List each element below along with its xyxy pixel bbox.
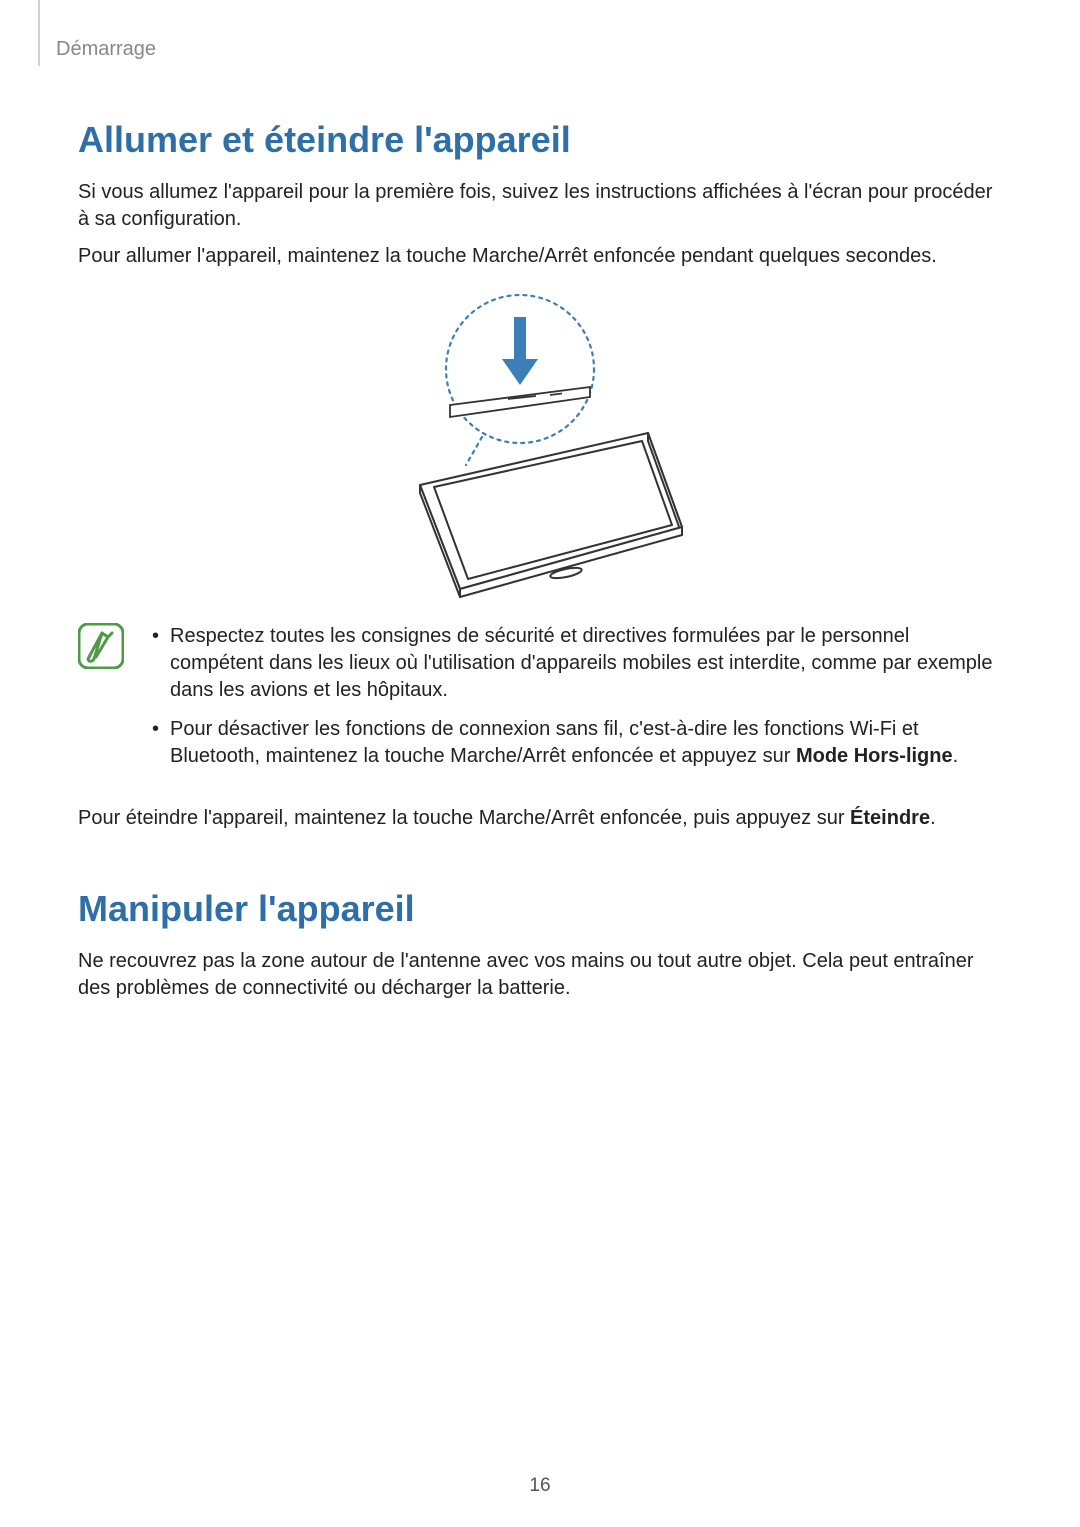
note-block: Respectez toutes les consignes de sécuri… bbox=[78, 623, 1002, 783]
paragraph: Pour éteindre l'appareil, maintenez la t… bbox=[78, 805, 1002, 832]
list-item: Pour désactiver les fonctions de connexi… bbox=[148, 716, 1002, 770]
note-icon bbox=[78, 623, 128, 783]
document-page: Démarrage Allumer et éteindre l'appareil… bbox=[0, 0, 1080, 1527]
paragraph: Ne recouvrez pas la zone autour de l'ant… bbox=[78, 948, 1002, 1002]
paragraph-text: Pour éteindre l'appareil, maintenez la t… bbox=[78, 807, 850, 829]
paragraph: Pour allumer l'appareil, maintenez la to… bbox=[78, 243, 1002, 270]
breadcrumb: Démarrage bbox=[56, 38, 1002, 61]
page-number: 16 bbox=[0, 1475, 1080, 1497]
paragraph-text: . bbox=[930, 807, 936, 829]
paragraph: Si vous allumez l'appareil pour la premi… bbox=[78, 179, 1002, 233]
bold-text: Mode Hors-ligne bbox=[796, 745, 953, 767]
section-heading-handle: Manipuler l'appareil bbox=[78, 888, 1002, 930]
header-divider bbox=[38, 0, 40, 66]
list-item-text: . bbox=[953, 745, 959, 767]
bold-text: Éteindre bbox=[850, 807, 930, 829]
note-list: Respectez toutes les consignes de sécuri… bbox=[148, 623, 1002, 783]
list-item: Respectez toutes les consignes de sécuri… bbox=[148, 623, 1002, 705]
power-button-illustration bbox=[78, 289, 1002, 599]
section-heading-power: Allumer et éteindre l'appareil bbox=[78, 119, 1002, 161]
